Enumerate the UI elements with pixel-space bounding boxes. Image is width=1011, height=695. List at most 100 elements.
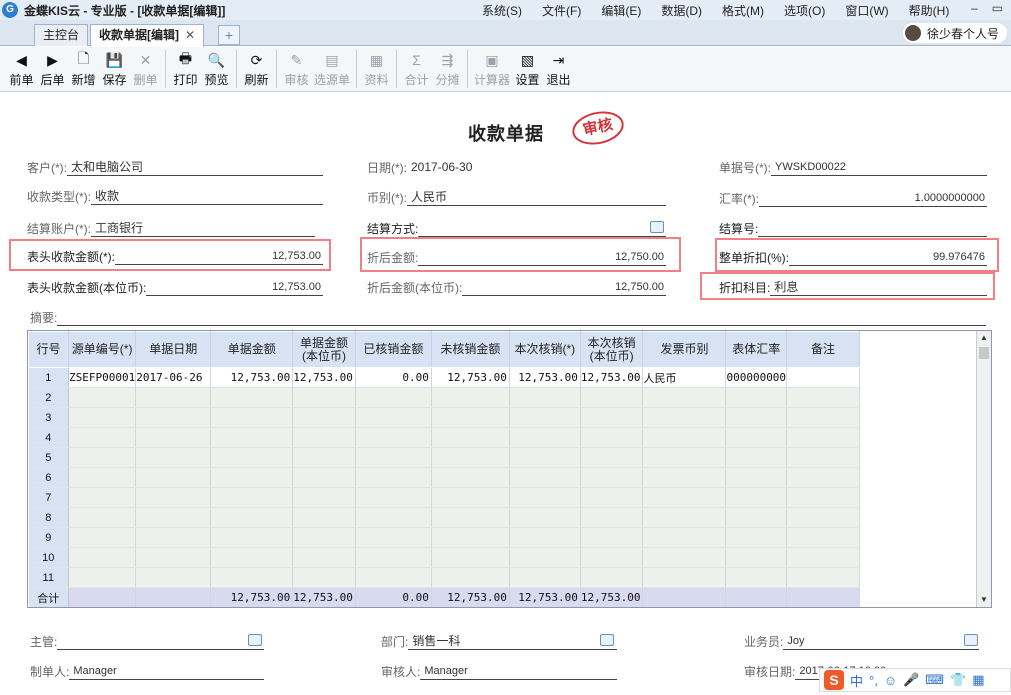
doc-number-field[interactable]: 单据号(*): YWSKD00022 — [719, 158, 987, 176]
customer-value[interactable]: 太和电脑公司 — [67, 160, 323, 176]
table-cell[interactable] — [580, 507, 644, 528]
table-cell[interactable] — [210, 427, 294, 448]
table-cell[interactable] — [292, 547, 356, 568]
table-cell[interactable] — [725, 407, 788, 428]
tab-receipt-edit[interactable]: 收款单据[编辑] ✕ — [90, 24, 205, 47]
table-cell[interactable] — [642, 507, 727, 528]
department-value[interactable]: 销售一科 — [408, 634, 617, 650]
column-header[interactable]: 单据金额(本位币) — [292, 331, 356, 368]
table-cell[interactable] — [210, 447, 294, 468]
table-cell[interactable] — [580, 547, 644, 568]
header-amount-value[interactable]: 12,753.00 — [115, 249, 323, 265]
table-cell[interactable] — [509, 467, 581, 488]
table-cell[interactable] — [786, 367, 861, 388]
table-cell[interactable] — [431, 547, 510, 568]
resources-button[interactable]: ▦ 资料 — [361, 51, 392, 88]
table-cell[interactable] — [355, 467, 432, 488]
table-cell[interactable] — [292, 567, 356, 588]
settle-number-value[interactable] — [758, 221, 987, 237]
exchange-rate-value[interactable]: 1.0000000000 — [759, 191, 987, 207]
exchange-rate-field[interactable]: 汇率(*): 1.0000000000 — [719, 189, 987, 207]
table-cell[interactable] — [580, 407, 644, 428]
table-row[interactable]: 11 — [28, 567, 861, 588]
memo-value[interactable] — [57, 310, 986, 326]
column-header[interactable]: 未核销金额 — [430, 331, 510, 368]
minimize-icon[interactable]: – — [971, 1, 978, 15]
restore-icon[interactable]: ▭ — [992, 1, 1003, 15]
ime-voice-icon[interactable]: 🎤 — [903, 672, 919, 688]
table-cell[interactable]: 12,753.00 — [509, 367, 581, 388]
table-cell[interactable] — [355, 387, 432, 408]
save-button[interactable]: 💾 保存 — [99, 51, 130, 88]
table-row[interactable]: 10 — [28, 547, 861, 568]
table-row[interactable]: 4 — [28, 427, 861, 448]
table-cell[interactable] — [431, 447, 510, 468]
customer-field[interactable]: 客户(*): 太和电脑公司 — [27, 158, 323, 176]
column-header[interactable]: 源单编号(*) — [67, 331, 137, 368]
table-cell[interactable] — [135, 467, 212, 488]
table-cell[interactable] — [580, 567, 644, 588]
table-cell[interactable] — [725, 387, 788, 408]
exit-button[interactable]: ⇥ 退出 — [543, 51, 574, 88]
table-cell[interactable] — [431, 467, 510, 488]
prev-doc-button[interactable]: ◀ 前单 — [6, 51, 37, 88]
table-cell[interactable] — [642, 487, 727, 508]
table-cell[interactable]: 000000000 — [725, 367, 788, 388]
header-amount-local-field[interactable]: 表头收款金额(本位币): 12,753.00 — [27, 278, 323, 296]
select-source-button[interactable]: ▤ 选源单 — [312, 51, 352, 88]
salesman-value[interactable]: Joy — [783, 634, 979, 650]
column-header[interactable]: 单据日期 — [135, 331, 212, 368]
table-cell[interactable] — [135, 447, 212, 468]
manager-field[interactable]: 主管: — [30, 632, 264, 650]
table-cell[interactable] — [292, 447, 356, 468]
table-cell[interactable]: 2017-06-26 — [135, 367, 212, 388]
table-cell[interactable] — [68, 387, 137, 408]
ime-toolbox-icon[interactable]: ▦ — [972, 672, 984, 688]
menu-help[interactable]: 帮助(H) — [909, 2, 950, 19]
table-cell[interactable] — [725, 527, 788, 548]
header-amount-field[interactable]: 表头收款金额(*): 12,753.00 — [27, 247, 323, 265]
scroll-thumb[interactable] — [979, 347, 989, 359]
memo-field[interactable]: 摘要: — [30, 308, 986, 326]
table-cell[interactable] — [580, 427, 644, 448]
table-cell[interactable] — [135, 547, 212, 568]
table-cell[interactable] — [725, 447, 788, 468]
table-cell[interactable] — [355, 507, 432, 528]
refresh-button[interactable]: ⟳ 刷新 — [241, 51, 272, 88]
menu-window[interactable]: 窗口(W) — [845, 2, 888, 19]
settle-number-field[interactable]: 结算号: — [719, 219, 987, 237]
table-cell[interactable] — [431, 487, 510, 508]
column-header[interactable]: 本次核销(本位币) — [579, 331, 644, 368]
table-cell[interactable] — [355, 427, 432, 448]
user-account[interactable]: 徐少春个人号 — [902, 23, 1007, 43]
column-header[interactable]: 单据金额 — [210, 331, 294, 368]
discounted-amount-field[interactable]: 折后金额: 12,750.00 — [367, 248, 666, 266]
print-button[interactable]: 🖶 打印 — [170, 50, 201, 88]
sum-button[interactable]: Σ 合计 — [401, 51, 432, 88]
table-cell[interactable] — [786, 567, 861, 588]
table-cell[interactable]: 12,753.00 — [580, 367, 644, 388]
add-tab-icon[interactable]: + — [218, 25, 240, 45]
table-cell[interactable] — [786, 447, 861, 468]
table-cell[interactable] — [135, 507, 212, 528]
table-cell[interactable] — [642, 547, 727, 568]
table-cell[interactable] — [725, 427, 788, 448]
table-cell[interactable] — [355, 407, 432, 428]
column-header[interactable]: 已核销金额 — [354, 331, 432, 368]
table-cell[interactable] — [292, 507, 356, 528]
table-cell[interactable] — [355, 447, 432, 468]
ime-skin-icon[interactable]: 👕 — [950, 672, 966, 688]
table-cell[interactable] — [786, 387, 861, 408]
ime-keyboard-icon[interactable]: ⌨ — [925, 672, 944, 688]
audit-button[interactable]: ✎ 审核 — [281, 51, 312, 88]
ime-emoji-icon[interactable]: ☺ — [884, 673, 897, 688]
table-cell[interactable] — [210, 527, 294, 548]
table-cell[interactable] — [580, 527, 644, 548]
settle-account-value[interactable]: 工商银行 — [91, 221, 315, 237]
table-cell[interactable] — [642, 567, 727, 588]
discounted-amount-value[interactable]: 12,750.00 — [418, 250, 666, 266]
department-field[interactable]: 部门: 销售一科 — [381, 632, 617, 650]
table-cell[interactable] — [68, 407, 137, 428]
column-header[interactable]: 发票币别 — [642, 331, 727, 368]
table-cell[interactable] — [210, 387, 294, 408]
